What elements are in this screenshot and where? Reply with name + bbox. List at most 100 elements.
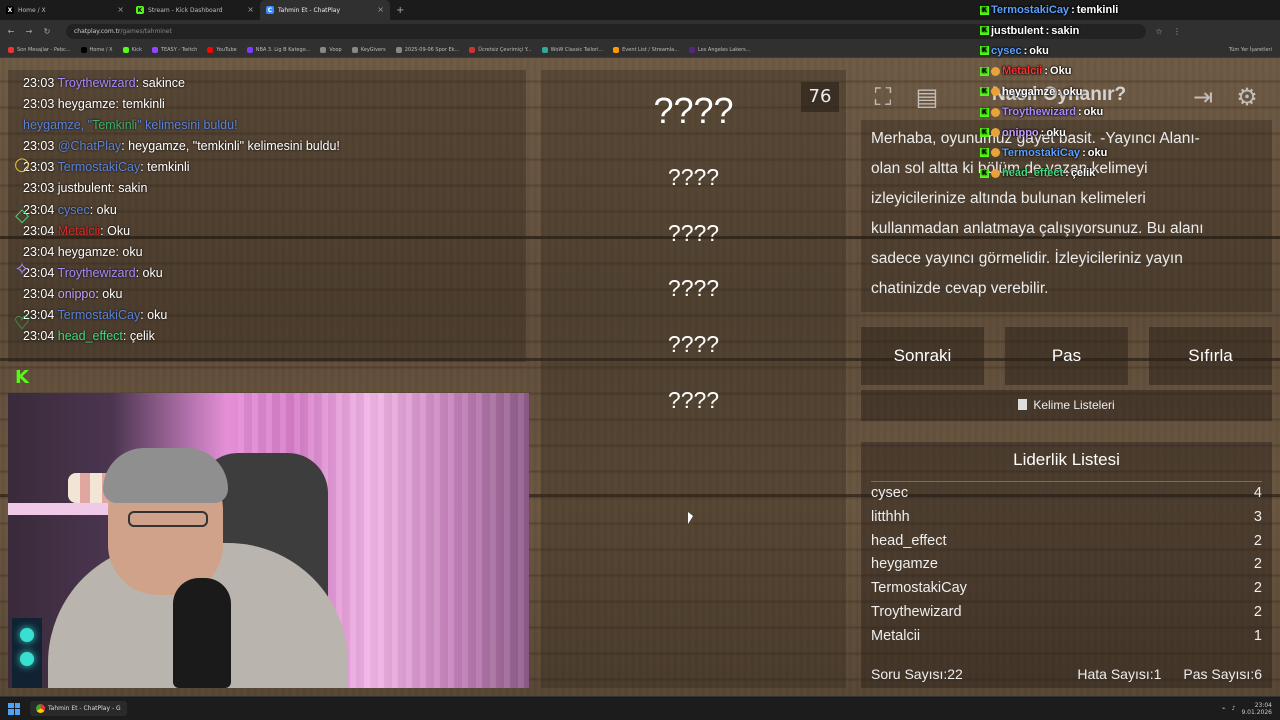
- chat-time: 23:04: [23, 244, 55, 259]
- chat-username[interactable]: justbulent: [58, 181, 112, 195]
- star-badge-icon: ✧: [14, 259, 30, 280]
- diamond-badge-icon: ◇: [15, 205, 29, 226]
- close-tab-icon[interactable]: ×: [377, 5, 384, 14]
- kick-badge-icon: K: [980, 5, 989, 15]
- overlay-chat-message: K TermostakiCay : oku: [980, 146, 1108, 159]
- info-line: izleyicilerinize altında bulunan kelimel…: [871, 190, 1146, 207]
- kick-badge-icon: K: [980, 107, 989, 117]
- browser-tab[interactable]: K Stream - Kick Dashboard ×: [130, 0, 260, 20]
- leaderboard-name: litthhh: [871, 508, 910, 525]
- bookmark-item[interactable]: TEASY - Twitch: [151, 46, 197, 53]
- leaderboard-row: head_effect 2: [871, 530, 1262, 554]
- leaderboard-score: 3: [1253, 508, 1262, 525]
- bookmark-item[interactable]: Los Angeles Lakers...: [688, 46, 751, 53]
- bookmark-item[interactable]: Ücretsiz Çevrimiçi Y...: [469, 46, 532, 53]
- bookmark-item[interactable]: Kick: [122, 46, 142, 53]
- back-icon[interactable]: ←: [6, 27, 16, 36]
- bookmark-label: Event List / Streamla...: [622, 46, 679, 53]
- bookmark-item[interactable]: YouTube: [207, 46, 237, 53]
- browser-tab[interactable]: X Home / X ×: [0, 0, 130, 20]
- chat-message: 23:03 justbulent: sakin: [23, 181, 148, 196]
- chat-username[interactable]: Troythewizard: [58, 76, 136, 90]
- bookmark-item[interactable]: KeyGivers: [351, 46, 386, 53]
- bookmark-item[interactable]: 2025-09-06 Spor Ek...: [395, 46, 459, 53]
- word-lists-button[interactable]: Kelime Listeleri: [861, 390, 1272, 421]
- chat-username[interactable]: Troythewizard: [58, 266, 136, 280]
- bookmark-item[interactable]: NBA 3. Lig B Katego...: [246, 46, 310, 53]
- taskbar-app-chrome[interactable]: Tahmin Et - ChatPlay - G: [30, 701, 127, 716]
- hidden-word: ????: [653, 90, 734, 131]
- bookmark-favicon-icon: [688, 46, 695, 53]
- new-tab-icon[interactable]: +: [396, 5, 404, 16]
- overlay-username: TermostakiCay: [991, 4, 1070, 17]
- system-message: heygamze, "Temkinli" kelimesini buldu!: [23, 115, 511, 136]
- chat-time: 23:03: [23, 97, 55, 112]
- url-path: /games/tahminet: [120, 27, 172, 35]
- bookmark-label: Kick: [131, 46, 142, 53]
- reset-button[interactable]: Sıfırla: [1149, 327, 1272, 385]
- error-count: Hata Sayısı:1: [1077, 666, 1162, 682]
- bookmark-favicon-icon: [469, 46, 476, 53]
- pass-button[interactable]: Pas: [1005, 327, 1128, 385]
- overlay-text: temkinli: [1076, 4, 1119, 17]
- bookmark-item[interactable]: Voop: [320, 46, 342, 53]
- reload-icon[interactable]: ↻: [42, 27, 52, 36]
- leaderboard-name: cysec: [871, 485, 909, 501]
- bookmark-favicon-icon: [151, 46, 158, 53]
- bookmark-label: Home / X: [89, 46, 113, 53]
- kick-badge-icon: K: [15, 367, 29, 388]
- close-tab-icon[interactable]: ×: [247, 5, 254, 14]
- chat-username[interactable]: cysec: [58, 203, 90, 217]
- leaderboard-row: heygamze 2: [871, 553, 1262, 577]
- info-line: chatinizde cevap verebilir.: [871, 280, 1049, 297]
- forward-icon[interactable]: →: [24, 27, 34, 36]
- pass-count: Pas Sayısı:6: [1183, 666, 1262, 682]
- overlay-username: head_effect: [1002, 167, 1064, 180]
- bookmark-label: WoW Classic Tailori...: [550, 46, 604, 53]
- bookmark-item[interactable]: Event List / Streamla...: [613, 46, 679, 53]
- windows-start-icon[interactable]: [8, 702, 20, 715]
- bookmark-item[interactable]: Home / X: [80, 46, 113, 53]
- bookmark-favicon-icon: [351, 46, 358, 53]
- chrome-icon: [36, 704, 45, 713]
- chat-username[interactable]: @ChatPlay: [58, 139, 121, 153]
- overlay-chat-message: K Troythewizard : oku: [980, 106, 1104, 119]
- kick-badge-icon: K: [980, 66, 989, 76]
- chat-username[interactable]: heygamze: [58, 97, 116, 111]
- overlay-text: oku: [1083, 106, 1104, 119]
- bookmark-item[interactable]: Son Mesajlar - Pebc...: [8, 46, 71, 53]
- leaderboard-row: Metalcii 1: [871, 625, 1262, 649]
- leaderboard-footer: Soru Sayısı:22 Hata Sayısı:1 Pas Sayısı:…: [871, 666, 1262, 682]
- chat-username[interactable]: head_effect: [58, 329, 123, 343]
- sub-badge-icon: [991, 107, 1000, 117]
- bookmark-favicon-icon: [246, 46, 253, 53]
- clock-date: 9.01.2026: [1241, 708, 1272, 716]
- overlay-text: oku: [1062, 85, 1083, 98]
- chat-username[interactable]: TermostakiCay: [58, 308, 141, 322]
- overlay-chat-message: Konippo : oku: [980, 126, 1066, 139]
- stream-chat-panel: 23:03 Troythewizard: sakince 23:03 heygam…: [8, 70, 526, 362]
- chat-username[interactable]: TermostakiCay: [58, 160, 141, 174]
- document-icon[interactable]: ▤: [910, 80, 944, 114]
- chat-username[interactable]: heygamze: [58, 245, 116, 259]
- bookmark-item[interactable]: WoW Classic Tailori...: [541, 46, 604, 53]
- leaderboard-score: 2: [1253, 580, 1262, 597]
- chat-username[interactable]: Metalcii: [58, 224, 100, 238]
- bookmark-favicon-icon: [8, 46, 14, 53]
- chat-text: sakince: [142, 76, 185, 90]
- network-icon[interactable]: ⌁: [1222, 705, 1226, 712]
- bookmark-label: YouTube: [216, 46, 237, 53]
- next-button[interactable]: Sonraki: [861, 327, 984, 385]
- clock[interactable]: 23:04 9.01.2026: [1241, 702, 1272, 716]
- browser-tab[interactable]: C Tahmin Et - ChatPlay ×: [260, 0, 390, 20]
- sub-badge-icon: [991, 87, 1000, 97]
- info-line: kullanmadan anlatmaya çalışıyorsunuz. Bu…: [871, 220, 1204, 237]
- volume-icon[interactable]: ♪: [1232, 705, 1236, 712]
- sub-badge-icon: [991, 66, 1000, 76]
- chat-text: temkinli: [122, 97, 165, 112]
- close-tab-icon[interactable]: ×: [117, 5, 124, 14]
- url-host: chatplay.com.tr: [74, 27, 121, 35]
- chat-username[interactable]: onippo: [58, 287, 96, 301]
- chat-text: oku: [122, 244, 143, 259]
- fullscreen-icon[interactable]: ⛶: [866, 80, 900, 114]
